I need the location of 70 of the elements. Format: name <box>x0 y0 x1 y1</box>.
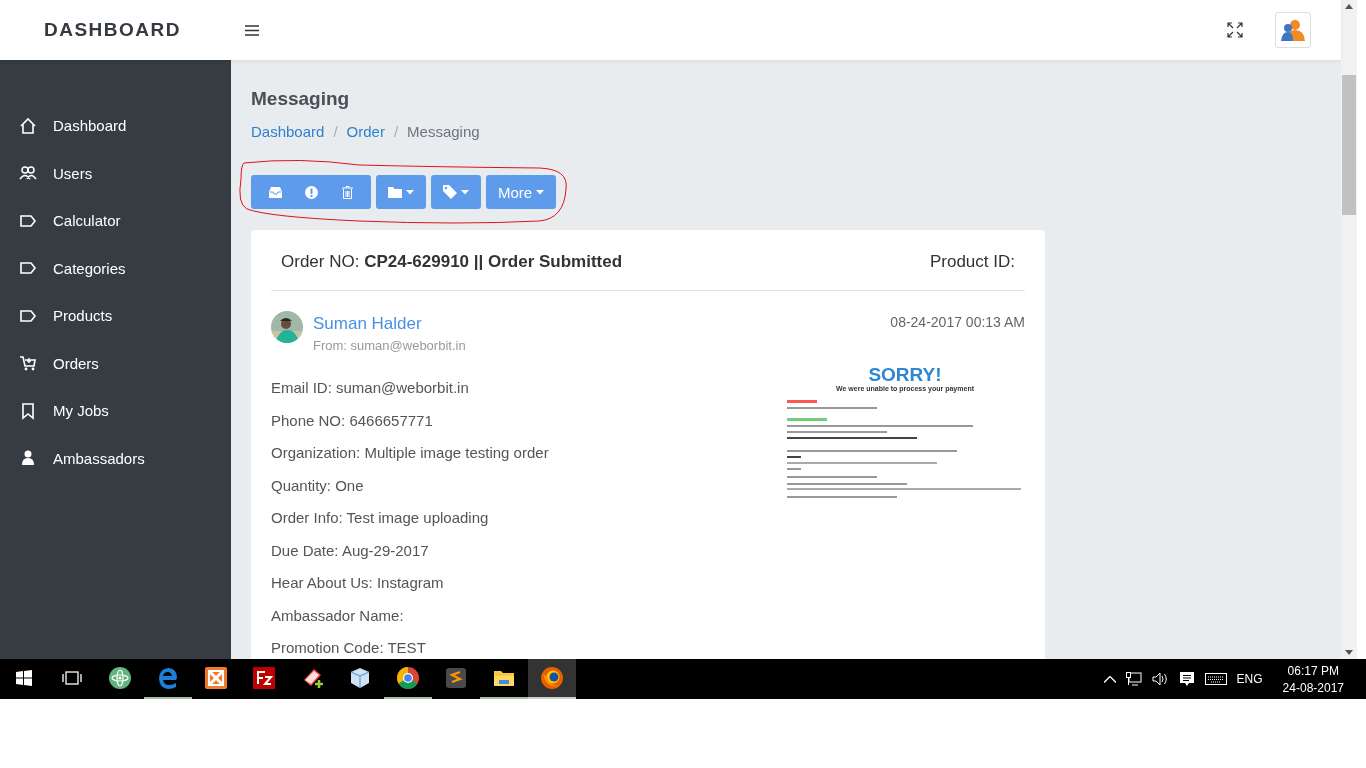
order-detail: Phone NO: 6466657771 <box>271 411 434 431</box>
caret-icon <box>461 189 469 195</box>
cart-icon <box>19 354 37 373</box>
clock-time[interactable]: 06:17 PM <box>1287 663 1339 678</box>
sidebar-item[interactable]: Ambassadors <box>0 434 231 482</box>
person-icon <box>19 449 37 468</box>
order-detail: Organization: Multiple image testing order <box>271 444 550 463</box>
sidebar-item[interactable]: Orders <box>0 339 231 387</box>
scroll-down-icon[interactable] <box>1345 650 1353 655</box>
notification-icon[interactable] <box>1178 671 1195 687</box>
cube-icon <box>348 666 372 690</box>
chrome-icon <box>396 666 420 690</box>
language-indicator[interactable]: ENG <box>1236 672 1263 686</box>
scrollbar[interactable] <box>1341 0 1357 659</box>
network-icon[interactable] <box>1125 672 1142 686</box>
order-detail: Order Info: Test image uploading <box>271 509 490 528</box>
chevron-up-icon[interactable] <box>1103 675 1116 683</box>
breadcrumb-link[interactable]: Order <box>346 123 385 140</box>
order-detail: Quantity: One <box>271 476 365 496</box>
menu-icon[interactable] <box>245 24 259 36</box>
order-detail: Hear About Us: Instagram <box>271 574 445 593</box>
ftp-app-icon <box>252 666 276 690</box>
order-detail: Email ID: suman@weborbit.in <box>271 379 470 398</box>
folder-icon <box>388 186 402 198</box>
sidebar-item[interactable]: Users <box>0 149 231 197</box>
user-avatar-button[interactable] <box>1275 12 1311 48</box>
scroll-up-icon[interactable] <box>1345 4 1353 9</box>
sidebar-item[interactable]: Calculator <box>0 197 231 245</box>
breadcrumb-separator: / <box>393 123 399 140</box>
windows-icon <box>16 670 32 686</box>
bookmark-icon <box>19 401 37 420</box>
exclamation-icon <box>304 185 318 199</box>
sidebar-item[interactable]: Dashboard <box>0 102 231 150</box>
error-title: SORRY! <box>867 365 943 384</box>
atom-icon <box>108 666 132 690</box>
crossed-box-icon <box>204 666 228 690</box>
task-view-icon <box>62 671 82 685</box>
breadcrumb-link[interactable]: Dashboard <box>251 123 325 140</box>
tag-dropdown[interactable] <box>431 175 481 209</box>
taskbar-app[interactable] <box>528 659 576 699</box>
firefox-icon <box>540 666 564 690</box>
sender-email: From: suman@weborbit.in <box>313 338 467 353</box>
fullscreen-icon[interactable] <box>1227 22 1243 38</box>
home-icon <box>19 116 37 135</box>
breadcrumb-separator: / <box>333 123 338 140</box>
product-id-label: Product ID: <box>929 252 1015 273</box>
clock-date[interactable]: 24-08-2017 <box>1282 680 1344 695</box>
folder-dropdown[interactable] <box>376 175 426 209</box>
order-detail: Promotion Code: TEST <box>271 639 427 658</box>
order-detail: Due Date: Aug-29-2017 <box>271 541 430 561</box>
trash-icon <box>341 185 353 199</box>
sidebar-item[interactable]: My Jobs <box>0 387 231 435</box>
volume-icon[interactable] <box>1151 672 1169 686</box>
caret-icon <box>406 189 414 195</box>
scrollbar-thumb[interactable] <box>1342 75 1356 215</box>
caret-icon <box>536 189 545 195</box>
page-title: Messaging <box>251 88 351 110</box>
sidebar-item[interactable]: Categories <box>0 244 231 292</box>
sublime-icon <box>444 666 468 690</box>
browser-e-icon <box>156 666 180 690</box>
order-detail: Ambassador Name: <box>271 606 405 626</box>
app-logo: DASHBOARD <box>43 19 182 41</box>
inbox-icon <box>268 186 282 198</box>
keyboard-icon[interactable] <box>1204 673 1227 685</box>
message-date: 08-24-2017 00:13 AM <box>890 314 1025 330</box>
avatar-icon <box>1281 19 1305 41</box>
order-number: Order NO: CP24-629910 || Order Submitted <box>281 252 623 273</box>
breadcrumb-current: Messaging <box>407 123 480 140</box>
tag-icon <box>443 185 457 199</box>
sidebar-item[interactable]: Products <box>0 292 231 340</box>
